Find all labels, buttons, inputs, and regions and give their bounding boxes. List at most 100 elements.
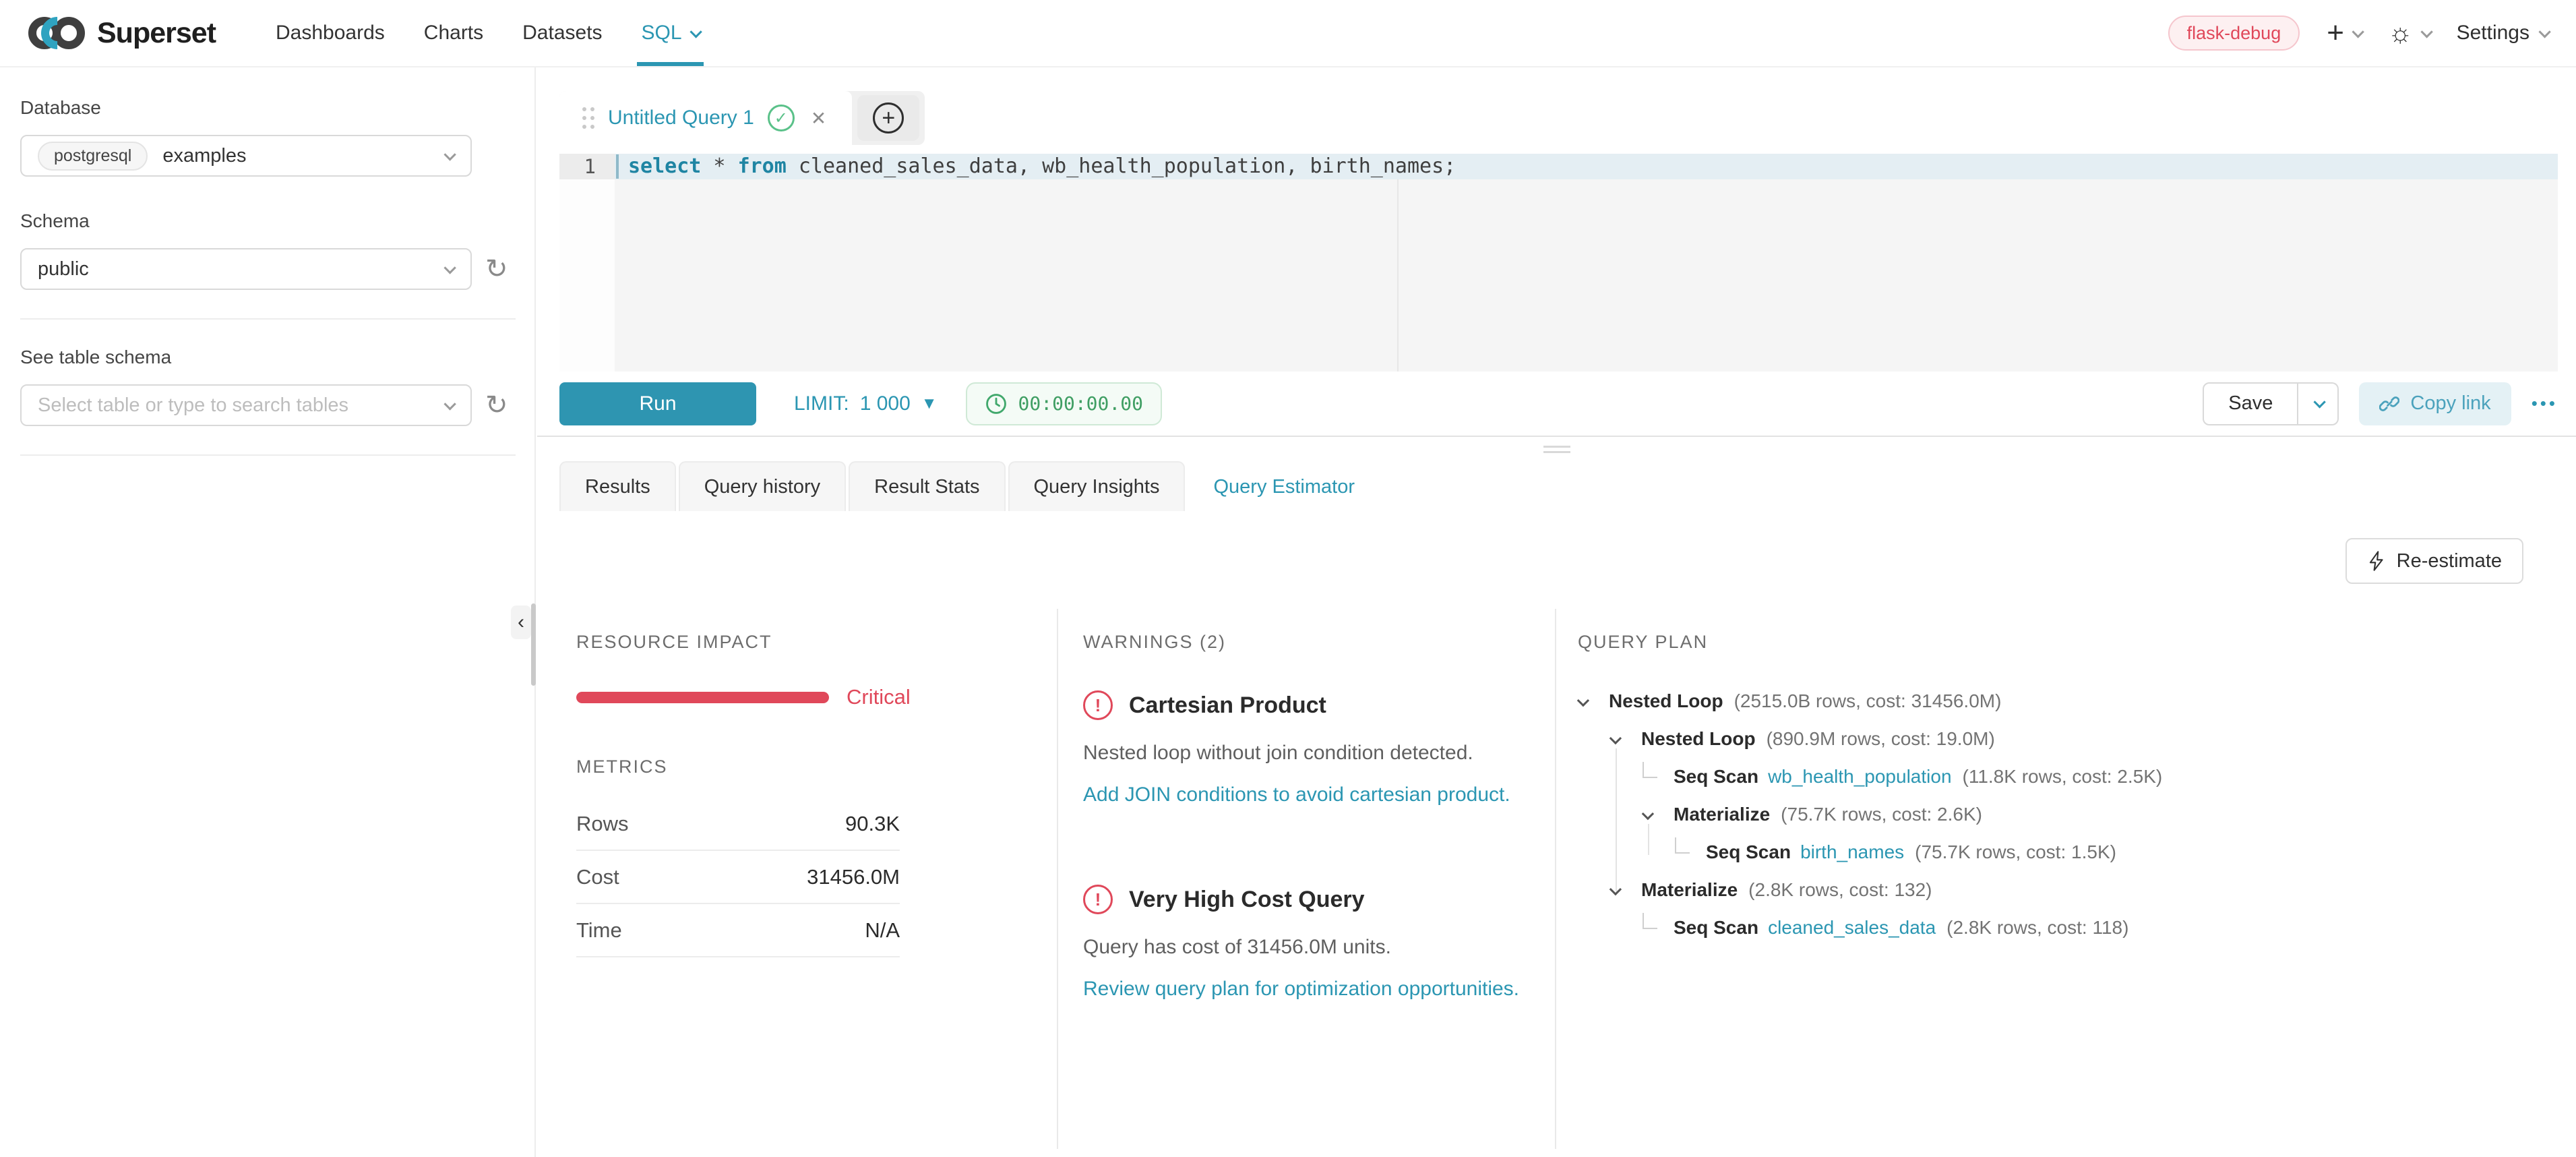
sun-icon: ☼ — [2388, 20, 2413, 47]
editor-toolbar: Run LIMIT: 1 000 ▼ 00:00:00.00 Save Copy… — [559, 372, 2558, 436]
chevron-down-icon — [2538, 26, 2550, 38]
expand-caret-icon[interactable] — [1642, 807, 1654, 819]
table-link[interactable]: wb_health_population — [1768, 766, 1951, 788]
schema-label: Schema — [20, 210, 514, 232]
chevron-down-icon — [443, 262, 456, 274]
schema-select[interactable]: public — [20, 248, 472, 290]
database-label: Database — [20, 97, 514, 119]
brand-name: Superset — [97, 17, 216, 50]
run-button[interactable]: Run — [559, 382, 756, 425]
nav-item-charts[interactable]: Charts — [404, 0, 503, 66]
sidebar-divider — [20, 318, 516, 320]
expand-caret-icon[interactable] — [1609, 883, 1622, 895]
warning-circle-icon: ! — [1083, 885, 1113, 914]
chevron-down-icon — [689, 26, 702, 38]
chevron-down-icon — [443, 148, 456, 160]
sqllab-main: Untitled Query 1 ✓ ✕ + 1 select * from c… — [537, 67, 2576, 1157]
saved-check-icon: ✓ — [768, 105, 795, 131]
scrollbar-thumb[interactable] — [531, 603, 536, 686]
more-options-icon[interactable]: ••• — [2532, 393, 2558, 414]
resource-impact-column: RESOURCE IMPACT Critical METRICS Rows 90… — [537, 609, 1058, 1149]
tab-result-stats[interactable]: Result Stats — [849, 461, 1005, 511]
warning-suggestion-link[interactable]: Add JOIN conditions to avoid cartesian p… — [1083, 783, 1555, 806]
nav-item-dashboards[interactable]: Dashboards — [256, 0, 404, 66]
chevron-down-icon — [2352, 26, 2364, 38]
plus-icon: + — [2327, 18, 2344, 48]
metric-row-cost: Cost 31456.0M — [576, 851, 900, 904]
metrics-table: Rows 90.3K Cost 31456.0M Time N/A — [576, 798, 900, 957]
clock-icon — [985, 392, 1008, 415]
superset-brand[interactable]: Superset — [28, 0, 216, 66]
new-item-button[interactable]: + — [2327, 18, 2361, 48]
reestimate-button[interactable]: Re-estimate — [2345, 538, 2523, 584]
sql-code-editor[interactable]: 1 select * from cleaned_sales_data, wb_h… — [559, 154, 2558, 372]
query-tab-title: Untitled Query 1 — [608, 107, 754, 129]
metrics-heading: METRICS — [576, 756, 1057, 777]
chevron-down-icon — [443, 398, 456, 410]
drag-handle-icon[interactable] — [582, 107, 594, 129]
top-navbar: Superset Dashboards Charts Datasets SQL … — [0, 0, 2576, 67]
query-timer: 00:00:00.00 — [966, 382, 1162, 425]
results-tabbar: Results Query history Result Stats Query… — [559, 461, 2576, 511]
expand-caret-icon[interactable] — [1577, 694, 1589, 706]
nav-item-datasets[interactable]: Datasets — [503, 0, 621, 66]
text-cursor — [616, 154, 619, 179]
limit-dropdown[interactable]: LIMIT: 1 000 ▼ — [794, 392, 938, 415]
close-tab-icon[interactable]: ✕ — [808, 107, 829, 129]
resize-drag-handle[interactable] — [537, 437, 2576, 461]
nav-item-sql[interactable]: SQL — [622, 0, 718, 66]
tree-branch-icon — [1643, 913, 1657, 929]
tab-results[interactable]: Results — [559, 461, 676, 511]
table-link[interactable]: cleaned_sales_data — [1768, 917, 1936, 939]
expand-caret-icon[interactable] — [1609, 732, 1622, 744]
table-link[interactable]: birth_names — [1800, 841, 1904, 863]
collapse-sidebar-button[interactable]: ‹ — [511, 605, 531, 639]
tab-query-history[interactable]: Query history — [679, 461, 846, 511]
query-plan-column: QUERY PLAN Nested Loop (2515.0B rows, co… — [1556, 609, 2576, 1149]
metric-row-rows: Rows 90.3K — [576, 798, 900, 851]
query-estimator-panel: Re-estimate RESOURCE IMPACT Critical MET… — [537, 511, 2576, 1149]
resource-impact-heading: RESOURCE IMPACT — [576, 632, 1057, 653]
sidebar-divider — [20, 454, 516, 456]
save-options-button[interactable] — [2298, 382, 2339, 425]
main-nav: Dashboards Charts Datasets SQL — [256, 0, 718, 66]
refresh-schemas-icon[interactable]: ↻ — [485, 256, 508, 283]
print-margin-line — [1397, 179, 1399, 372]
database-select[interactable]: postgresql examples — [20, 135, 472, 177]
plus-circle-icon: + — [873, 102, 904, 134]
timer-value: 00:00:00.00 — [1018, 392, 1143, 415]
tree-guide-line — [1616, 748, 1617, 891]
warning-high-cost: ! Very High Cost Query Query has cost of… — [1083, 885, 1555, 1001]
sql-editor-card: Untitled Query 1 ✓ ✕ + 1 select * from c… — [559, 91, 2558, 436]
link-icon — [2379, 394, 2399, 414]
plan-node-nested-loop-root: Nested Loop (2515.0B rows, cost: 31456.0… — [1578, 682, 2576, 720]
plan-node-seq-scan: Seq Scan wb_health_population (11.8K row… — [1578, 758, 2576, 796]
new-query-tab-button[interactable]: + — [857, 95, 919, 141]
tree-guide-line — [1648, 824, 1649, 855]
copy-link-button[interactable]: Copy link — [2359, 382, 2511, 425]
refresh-tables-icon[interactable]: ↻ — [485, 392, 508, 419]
tab-query-insights[interactable]: Query Insights — [1008, 461, 1186, 511]
save-split-button: Save — [2203, 382, 2339, 425]
query-tab[interactable]: Untitled Query 1 ✓ ✕ — [559, 91, 852, 145]
tab-query-estimator[interactable]: Query Estimator — [1188, 461, 1380, 511]
table-select[interactable]: Select table or type to search tables — [20, 384, 472, 426]
editor-tabstrip: Untitled Query 1 ✓ ✕ + — [559, 91, 2558, 145]
theme-toggle-button[interactable]: ☼ — [2388, 20, 2430, 47]
tree-branch-icon — [1643, 762, 1657, 778]
sqllab-sidebar: Database postgresql examples Schema publ… — [0, 67, 536, 1157]
chevron-down-icon — [2313, 396, 2325, 408]
warning-suggestion-link[interactable]: Review query plan for optimization oppor… — [1083, 978, 1555, 1001]
impact-bar — [576, 692, 829, 703]
warning-circle-icon: ! — [1083, 690, 1113, 720]
query-plan-tree: Nested Loop (2515.0B rows, cost: 31456.0… — [1578, 682, 2576, 947]
settings-menu[interactable]: Settings — [2457, 22, 2548, 44]
chevron-down-icon — [2420, 26, 2432, 38]
editor-gutter: 1 — [559, 154, 615, 372]
warning-cartesian-product: ! Cartesian Product Nested loop without … — [1083, 690, 1555, 806]
environment-badge: flask-debug — [2168, 16, 2300, 51]
warnings-column: WARNINGS (2) ! Cartesian Product Nested … — [1058, 609, 1556, 1149]
navbar-right: flask-debug + ☼ Settings — [2168, 0, 2548, 66]
chevron-left-icon: ‹ — [518, 611, 524, 634]
save-button[interactable]: Save — [2203, 382, 2298, 425]
